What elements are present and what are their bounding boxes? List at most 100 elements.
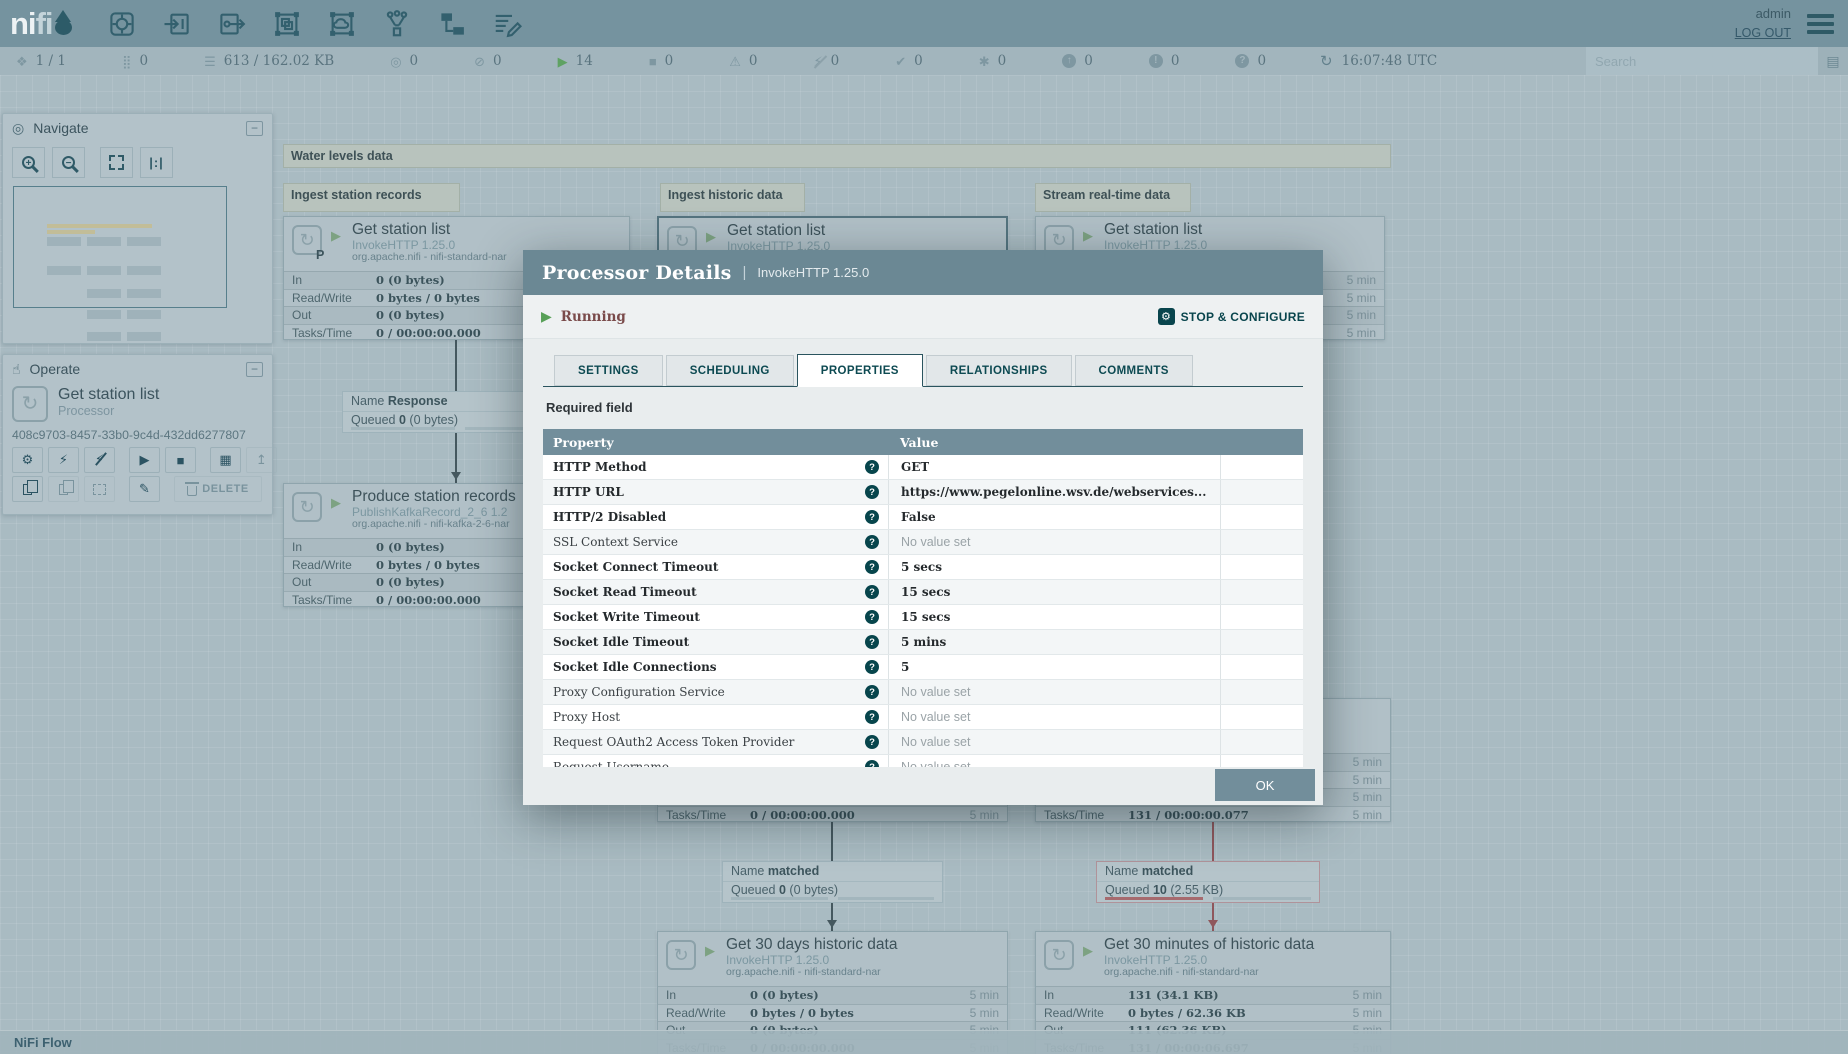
minimap-component <box>47 230 95 234</box>
help-icon[interactable]: ? <box>865 610 879 624</box>
status-bar: ❖ 1 / 1 ⣿ 0 ☰ 613 / 162.02 KB ◎ 0 ⊘ 0 ▶ 14 ■ 0 ⚠ 0 ⚡ 0 ✔ 0 ✱… <box>0 47 1848 75</box>
help-icon[interactable]: ? <box>865 735 879 749</box>
canvas-label-ingest-station[interactable]: Ingest station records <box>283 183 460 212</box>
property-row[interactable]: Proxy Host? No value set <box>543 705 1303 730</box>
property-row[interactable]: Socket Write Timeout? 15 secs <box>543 605 1303 630</box>
refresh-icon[interactable]: ↻ <box>1320 52 1333 70</box>
help-icon[interactable]: ? <box>865 660 879 674</box>
operate-panel: ☝ Operate − ↻ Get station list Processor 4… <box>2 354 277 515</box>
search-input[interactable] <box>1586 47 1818 75</box>
help-icon[interactable]: ? <box>865 685 879 699</box>
input-port-tool-icon[interactable] <box>157 6 197 42</box>
delete-button[interactable]: DELETE <box>174 476 262 502</box>
zoom-in-button[interactable]: + <box>12 147 45 178</box>
help-icon[interactable]: ? <box>865 460 879 474</box>
nifi-app: Water levels data Ingest station records… <box>0 0 1848 1054</box>
status-item-transmitting: ◎ 0 <box>390 53 419 69</box>
canvas-label-ingest-historic[interactable]: Ingest historic data <box>660 183 805 212</box>
nifi-drop-icon <box>54 20 72 35</box>
help-icon[interactable]: ? <box>865 485 879 499</box>
collapse-operate-button[interactable]: − <box>246 361 263 377</box>
create-template-button[interactable]: ▦ <box>210 447 241 473</box>
active-threads-icon: ⣿ <box>121 53 132 69</box>
help-icon[interactable]: ? <box>865 560 879 574</box>
stop-button[interactable]: ■ <box>165 447 196 473</box>
stat-row: Tasks/Time0 / 00:00:00.0005 min <box>658 805 1007 824</box>
ok-button[interactable]: OK <box>1215 769 1315 801</box>
property-row[interactable]: Socket Idle Timeout? 5 mins <box>543 630 1303 655</box>
property-row[interactable]: Socket Connect Timeout? 5 secs <box>543 555 1303 580</box>
status-item-queued: ☰ 613 / 162.02 KB <box>204 53 335 69</box>
property-row[interactable]: Request Username? No value set <box>543 755 1303 767</box>
property-row[interactable]: HTTP Method? GET <box>543 455 1303 480</box>
breadcrumb: NiFi Flow <box>0 1030 1848 1054</box>
tab-relationships[interactable]: RELATIONSHIPS <box>925 355 1072 386</box>
configure-button[interactable]: ⚙ <box>12 447 43 473</box>
gear-icon: ⚙ <box>1157 308 1175 325</box>
property-row[interactable]: HTTP URL? https://www.pegelonline.wsv.de/… <box>543 480 1303 505</box>
help-icon[interactable]: ? <box>865 510 879 524</box>
processor-icon: ↻ <box>1044 940 1074 970</box>
tab-settings[interactable]: SETTINGS <box>554 355 663 386</box>
bulletin-icon[interactable]: ▤ <box>1818 47 1848 75</box>
help-icon[interactable]: ? <box>865 710 879 724</box>
help-icon[interactable]: ? <box>865 535 879 549</box>
dialog-status-row: ▶ Running ⚙ STOP & CONFIGURE <box>523 295 1323 339</box>
process-group-tool-icon[interactable] <box>267 6 307 42</box>
last-refreshed[interactable]: ↻ 16:07:48 UTC <box>1320 52 1437 70</box>
minimap-component <box>47 224 152 228</box>
template-tool-icon[interactable] <box>432 6 472 42</box>
help-icon[interactable]: ? <box>865 760 879 767</box>
help-icon[interactable]: ? <box>865 635 879 649</box>
label-tool-icon[interactable] <box>487 6 527 42</box>
enable-button[interactable]: ⚡ <box>48 447 79 473</box>
property-row[interactable]: Proxy Configuration Service? No value set <box>543 680 1303 705</box>
compass-icon: ◎ <box>12 119 25 136</box>
status-item-modified-and-stale: ! 0 <box>1148 53 1179 69</box>
paste-button[interactable] <box>48 476 79 502</box>
change-color-button[interactable]: ✎ <box>129 476 160 502</box>
status-item-disabled: ⚡ 0 <box>813 53 840 69</box>
dialog-tabs: SETTINGS SCHEDULING PROPERTIES RELATIONSHIP… <box>543 354 1303 387</box>
help-icon[interactable]: ? <box>865 585 879 599</box>
property-row[interactable]: Request OAuth2 Access Token Provider? No … <box>543 730 1303 755</box>
flow-minimap[interactable] <box>11 184 264 341</box>
disable-button[interactable]: ⚡ <box>84 447 115 473</box>
properties-table-header: Property Value <box>543 429 1303 455</box>
funnel-tool-icon[interactable] <box>377 6 417 42</box>
stopped-icon: ■ <box>648 53 657 69</box>
remote-process-group-tool-icon[interactable] <box>322 6 362 42</box>
zoom-actual-button[interactable]: |:| <box>140 147 173 178</box>
upload-template-button[interactable]: ↥ <box>246 447 277 473</box>
collapse-navigate-button[interactable]: − <box>246 120 263 136</box>
property-row[interactable]: Socket Read Timeout? 15 secs <box>543 580 1303 605</box>
breadcrumb-root[interactable]: NiFi Flow <box>14 1035 72 1050</box>
property-row[interactable]: HTTP/2 Disabled? False <box>543 505 1303 530</box>
trash-icon <box>185 482 200 496</box>
copy-button[interactable] <box>12 476 43 502</box>
logout-link[interactable]: LOG OUT <box>1735 24 1791 43</box>
canvas-label-water-levels[interactable]: Water levels data <box>283 144 1391 168</box>
property-row[interactable]: SSL Context Service? No value set <box>543 530 1303 555</box>
tab-properties[interactable]: PROPERTIES <box>796 354 923 387</box>
canvas-label-stream-realtime[interactable]: Stream real-time data <box>1035 183 1191 212</box>
group-button[interactable] <box>84 476 115 502</box>
tab-comments[interactable]: COMMENTS <box>1074 355 1193 386</box>
property-row[interactable]: Socket Idle Connections? 5 <box>543 655 1303 680</box>
tab-scheduling[interactable]: SCHEDULING <box>665 355 794 386</box>
zoom-fit-button[interactable] <box>100 147 133 178</box>
zoom-out-button[interactable]: − <box>52 147 85 178</box>
processor-tool-icon[interactable] <box>102 6 142 42</box>
transmitting-icon: ◎ <box>390 53 402 69</box>
navigate-panel: ◎ Navigate − + − |:| <box>2 113 273 344</box>
stop-and-configure-button[interactable]: ⚙ STOP & CONFIGURE <box>1157 308 1305 325</box>
start-button[interactable]: ▶ <box>129 447 160 473</box>
connection-label-matched-right[interactable]: Name matched Queued 10 (2.55 KB) <box>1096 861 1320 903</box>
running-icon: ▶ <box>331 228 341 243</box>
connection-label-matched-left[interactable]: Name matched Queued 0 (0 bytes) <box>722 861 943 903</box>
global-menu-icon[interactable] <box>1807 13 1834 34</box>
dialog-subtitle: InvokeHTTP 1.25.0 <box>757 265 870 280</box>
status-item-sync-failure: ? 0 <box>1235 53 1266 69</box>
output-port-tool-icon[interactable] <box>212 6 252 42</box>
stat-row: Tasks/Time 131 / 00:00:00.077 5 min <box>1036 805 1390 824</box>
